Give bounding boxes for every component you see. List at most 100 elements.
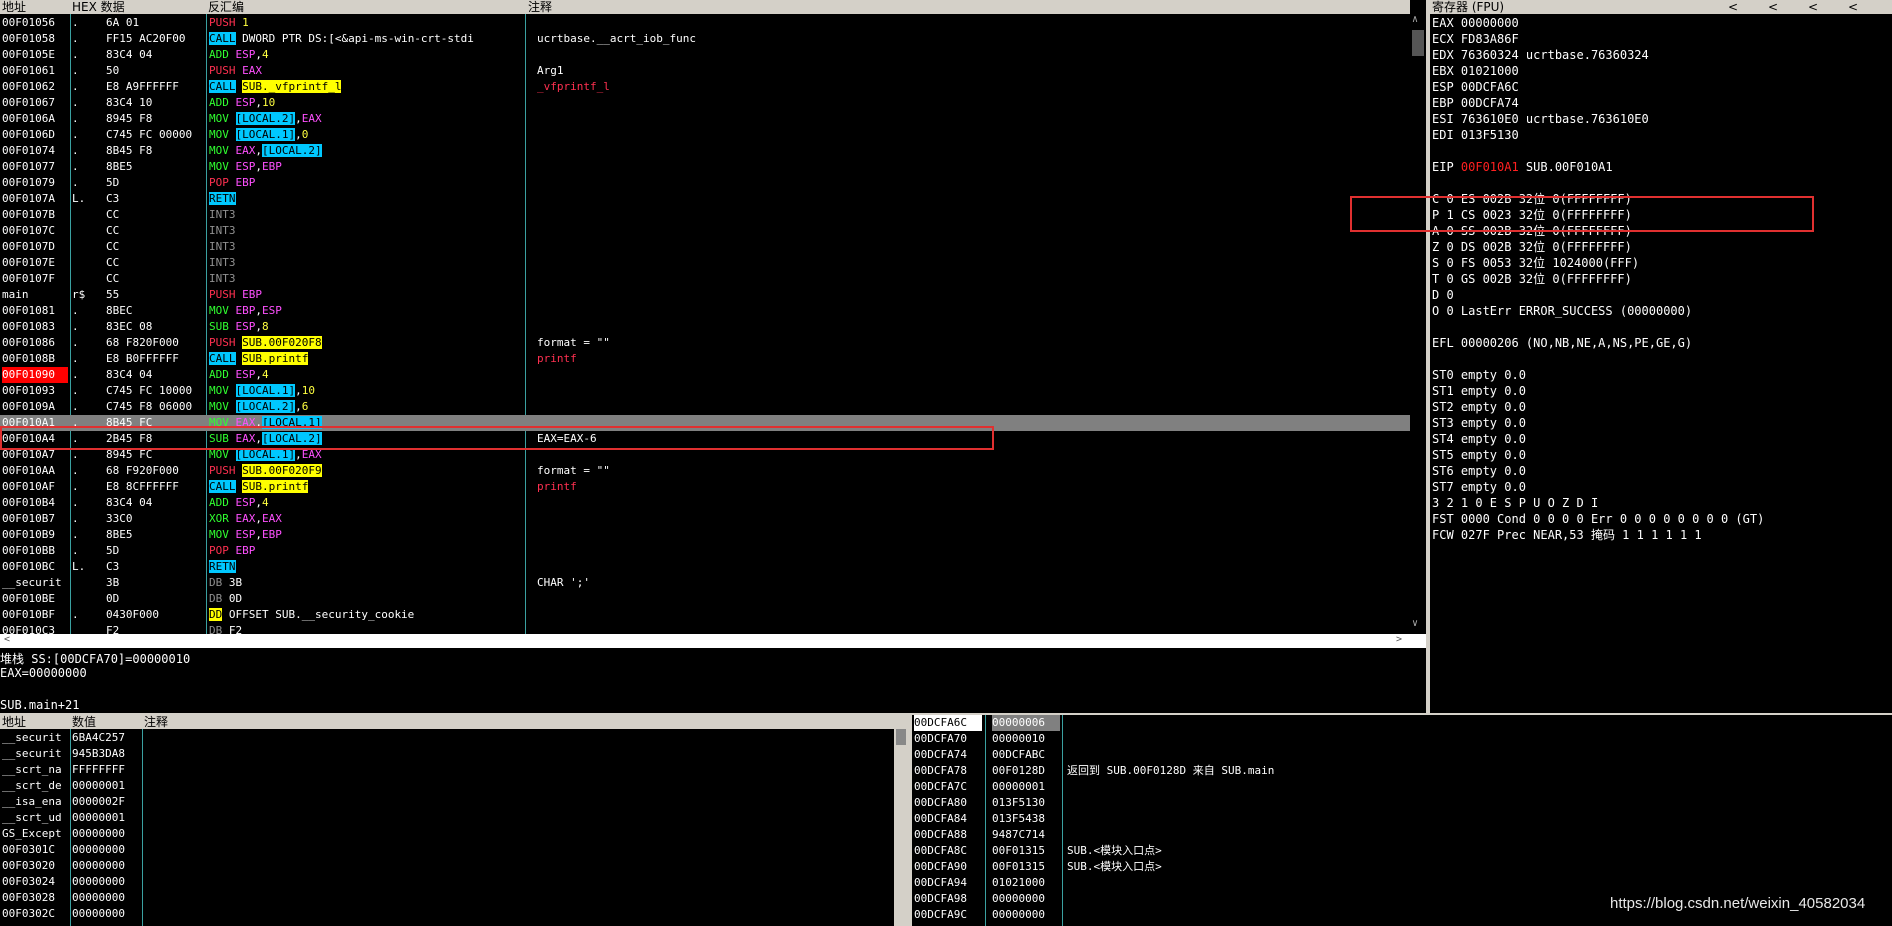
stack-row[interactable]: 00DCFA78 00F0128D 返回到 SUB.00F0128D 来自 SUB.… — [912, 763, 1892, 779]
dump-address: __scrt_de — [2, 779, 62, 792]
dump-address: 00F03020 — [2, 859, 55, 872]
disasm-row[interactable]: 00F010BB. 5D POP EBP — [0, 543, 1410, 559]
stack-address: 00DCFA90 — [914, 860, 967, 873]
disasm-hex: C3 — [106, 560, 120, 573]
register-line[interactable]: O 0 LastErr ERROR_SUCCESS (00000000) — [1432, 303, 1692, 319]
register-line[interactable]: ST0 empty 0.0 — [1432, 367, 1526, 383]
dump-address: 00F03028 — [2, 891, 55, 904]
register-line[interactable]: D 0 — [1432, 287, 1454, 303]
stack-row[interactable]: 00DCFA90 00F01315 SUB.<模块入口点> — [912, 859, 1892, 875]
dump-row[interactable]: __securit 945B3DA8 — [0, 746, 894, 762]
register-line[interactable]: ST3 empty 0.0 — [1432, 415, 1526, 431]
dump-row[interactable]: __scrt_de 00000001 — [0, 778, 894, 794]
dump-value: 00000000 — [72, 891, 125, 904]
register-line[interactable]: ESI 763610E0 ucrtbase.763610E0 — [1432, 111, 1649, 127]
register-line[interactable]: EIP 00F010A1 SUB.00F010A1 — [1432, 159, 1613, 175]
header-hex[interactable]: HEX 数据 — [72, 0, 125, 14]
disasm-operand: 0D — [228, 592, 243, 605]
scroll-down-arrow-icon[interactable]: ∨ — [1412, 618, 1418, 629]
disasm-row[interactable]: 00F010BF. 0430F000 DD OFFSET SUB.__securit… — [0, 607, 1410, 623]
dump-header-comment[interactable]: 注释 — [144, 715, 168, 729]
register-line[interactable]: ST1 empty 0.0 — [1432, 383, 1526, 399]
register-line[interactable]: Z 0 DS 002B 32位 0(FFFFFFFF) — [1432, 239, 1632, 255]
header-address[interactable]: 地址 — [2, 0, 26, 14]
register-line[interactable]: T 0 GS 002B 32位 0(FFFFFFFF) — [1432, 271, 1632, 287]
dump-row[interactable]: __isa_ena 0000002F — [0, 794, 894, 810]
dump-row[interactable]: 00F0302C 00000000 — [0, 906, 894, 922]
dump-pane[interactable]: __securit 6BA4C257 __securit 945B3DA8 __scrt… — [0, 730, 894, 926]
register-line[interactable]: ST7 empty 0.0 — [1432, 479, 1526, 495]
hscroll-right-arrow-icon[interactable]: > — [1396, 634, 1402, 645]
register-line[interactable]: ECX FD83A86F — [1432, 31, 1519, 47]
stack-address: 00DCFA88 — [914, 828, 967, 841]
stack-value: 00000010 — [992, 732, 1045, 745]
disasm-flow-mark: . — [72, 544, 79, 557]
dump-scroll-thumb[interactable] — [896, 729, 906, 745]
stack-row[interactable]: 00DCFA80 013F5130 — [912, 795, 1892, 811]
stack-address: 00DCFA6C — [914, 715, 982, 731]
dump-value: 6BA4C257 — [72, 731, 125, 744]
register-line[interactable]: EBX 01021000 — [1432, 63, 1519, 79]
dump-value: 00000000 — [72, 827, 125, 840]
register-line[interactable]: ST6 empty 0.0 — [1432, 463, 1526, 479]
dump-row[interactable]: 00F0301C 00000000 — [0, 842, 894, 858]
hscroll-left-arrow-icon[interactable]: < — [4, 634, 10, 645]
dump-header-value[interactable]: 数值 — [72, 715, 96, 729]
disasm-hscroll[interactable]: < > — [0, 634, 1426, 648]
disasm-row[interactable]: __securit 3B DB 3B CHAR ';' — [0, 575, 1410, 591]
register-line[interactable]: EBP 00DCFA74 — [1432, 95, 1519, 111]
stack-row[interactable]: 00DCFA74 00DCFABC — [912, 747, 1892, 763]
dump-row[interactable]: __scrt_na FFFFFFFF — [0, 762, 894, 778]
stack-row[interactable]: 00DCFA88 9487C714 — [912, 827, 1892, 843]
stack-value: 9487C714 — [992, 828, 1045, 841]
info-line-location: SUB.main+21 — [0, 698, 80, 712]
stack-comment: SUB.<模块入口点> — [1067, 844, 1162, 857]
register-line[interactable]: S 0 FS 0053 32位 1024000(FFF) — [1432, 255, 1639, 271]
reg-nav-prev-2[interactable]: < — [1768, 0, 1778, 14]
dump-row[interactable]: __scrt_ud 00000001 — [0, 810, 894, 826]
register-line[interactable]: EFL 00000206 (NO,NB,NE,A,NS,PE,GE,G) — [1432, 335, 1692, 351]
disasm-address: 00F010BB — [2, 544, 55, 557]
stack-address: 00DCFA78 — [914, 764, 967, 777]
dump-row[interactable]: 00F03024 00000000 — [0, 874, 894, 890]
disasm-operand: OFFSET SUB.__security_cookie — [228, 608, 415, 621]
dump-value: 00000000 — [72, 907, 125, 920]
register-line[interactable]: 3 2 1 0 E S P U O Z D I — [1432, 495, 1598, 511]
header-disasm[interactable]: 反汇编 — [208, 0, 244, 14]
stack-row[interactable]: 00DCFA6C 00000006 — [912, 715, 1892, 731]
dump-address: __isa_ena — [2, 795, 62, 808]
register-line[interactable]: EAX 00000000 — [1432, 15, 1519, 31]
dump-row[interactable]: 00F03020 00000000 — [0, 858, 894, 874]
stack-value: 00F01315 — [992, 844, 1045, 857]
stack-value: 00F0128D — [992, 764, 1045, 777]
disasm-row[interactable]: 00F010BE 0D DB 0D — [0, 591, 1410, 607]
reg-nav-prev-3[interactable]: < — [1808, 0, 1818, 14]
register-line[interactable]: ESP 00DCFA6C — [1432, 79, 1519, 95]
register-line[interactable]: ST5 empty 0.0 — [1432, 447, 1526, 463]
stack-row[interactable]: 00DCFA84 013F5438 — [912, 811, 1892, 827]
stack-row[interactable]: 00DCFA94 01021000 — [912, 875, 1892, 891]
dump-value: 00000000 — [72, 875, 125, 888]
register-line[interactable]: ST4 empty 0.0 — [1432, 431, 1526, 447]
register-line[interactable]: EDX 76360324 ucrtbase.76360324 — [1432, 47, 1649, 63]
dump-header-address[interactable]: 地址 — [2, 715, 26, 729]
register-line[interactable]: ST2 empty 0.0 — [1432, 399, 1526, 415]
eip-value[interactable]: 00F010A1 — [1461, 160, 1519, 174]
register-line[interactable]: FST 0000 Cond 0 0 0 0 Err 0 0 0 0 0 0 0 … — [1432, 511, 1764, 527]
dump-row[interactable]: __securit 6BA4C257 — [0, 730, 894, 746]
dump-row[interactable]: GS_Except 00000000 — [0, 826, 894, 842]
register-line[interactable]: EDI 013F5130 — [1432, 127, 1519, 143]
stack-row[interactable]: 00DCFA70 00000010 — [912, 731, 1892, 747]
header-registers[interactable]: 寄存器 (FPU) — [1432, 0, 1504, 14]
stack-value: 00000000 — [992, 908, 1045, 921]
registers-pane[interactable]: EAX 00000000 ECX FD83A86F EDX 76360324 ucr… — [0, 15, 1892, 542]
register-line[interactable]: FCW 027F Prec NEAR,53 掩码 1 1 1 1 1 1 — [1432, 527, 1702, 543]
dump-vscroll[interactable] — [894, 715, 908, 926]
reg-nav-prev-1[interactable]: < — [1728, 0, 1738, 14]
reg-nav-prev-4[interactable]: < — [1848, 0, 1858, 14]
disasm-row[interactable]: 00F010BC L. C3 RETN — [0, 559, 1410, 575]
header-comment[interactable]: 注释 — [528, 0, 552, 14]
stack-row[interactable]: 00DCFA8C 00F01315 SUB.<模块入口点> — [912, 843, 1892, 859]
dump-row[interactable]: 00F03028 00000000 — [0, 890, 894, 906]
stack-row[interactable]: 00DCFA7C 00000001 — [912, 779, 1892, 795]
